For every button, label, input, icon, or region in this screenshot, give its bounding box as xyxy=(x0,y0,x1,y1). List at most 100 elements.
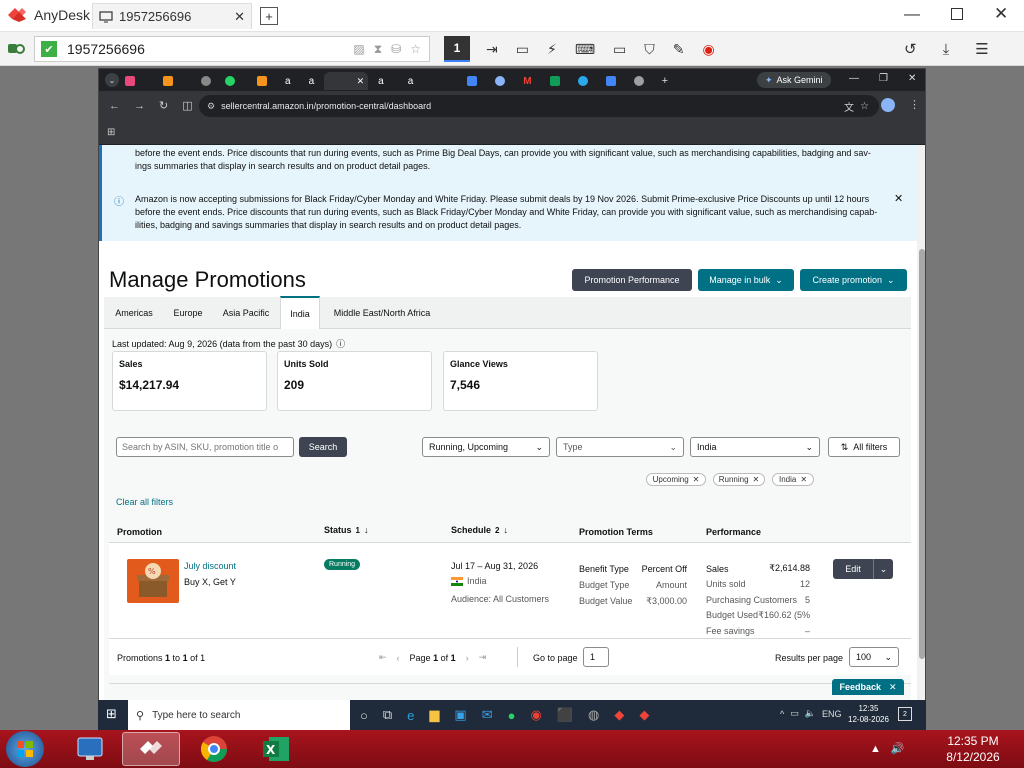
forward-icon[interactable]: → xyxy=(134,100,145,112)
tab-search-icon[interactable]: ⌄ xyxy=(105,73,119,87)
address-field[interactable]: ✔ 1957256696 ▨ ⧗ ⛁ ☆ xyxy=(34,36,430,62)
tab-asia-pacific[interactable]: Asia Pacific xyxy=(212,297,280,329)
url-bar[interactable]: ⚙ sellercentral.amazon.in/promotion-cent… xyxy=(199,95,879,117)
acrobat-icon[interactable]: ⬛ xyxy=(557,707,573,723)
database-icon[interactable]: ⛁ xyxy=(391,42,401,56)
tab-amazon[interactable]: a xyxy=(408,76,414,87)
favicon-icon[interactable] xyxy=(257,76,267,86)
filter-chip-india[interactable]: India ✕ xyxy=(772,473,814,486)
tray-chevron-icon[interactable]: ^ xyxy=(780,709,784,719)
anydesk-taskbar-icon[interactable]: ◆ xyxy=(639,707,649,723)
language-indicator[interactable]: ENG xyxy=(822,709,842,719)
promotion-performance-button[interactable]: Promotion Performance xyxy=(572,269,692,291)
chrome-close-icon[interactable]: ✕ xyxy=(908,73,916,84)
notification-icon[interactable]: 2 xyxy=(898,707,912,721)
favicon-icon[interactable] xyxy=(495,76,506,86)
history-icon[interactable]: ↺ xyxy=(904,40,917,58)
local-clock[interactable]: 12:35 PM 8/12/2026 xyxy=(928,733,1018,765)
tab-india[interactable]: India xyxy=(280,296,320,329)
anydesk-taskbar-icon[interactable]: ◆ xyxy=(614,707,624,723)
task-view-icon[interactable]: ⧉ xyxy=(383,707,392,723)
new-tab-plus-icon[interactable]: + xyxy=(662,75,668,87)
windows-start-icon[interactable]: ⊞ xyxy=(106,706,117,722)
record-icon[interactable]: ◉ xyxy=(703,41,715,58)
favicon-icon[interactable] xyxy=(605,76,616,86)
close-banner-icon[interactable]: ✕ xyxy=(894,192,903,205)
chat-icon[interactable]: ▭ xyxy=(516,41,529,58)
keyboard-icon[interactable]: ⌨ xyxy=(575,41,595,58)
promotion-title-link[interactable]: July discount xyxy=(184,561,236,571)
prev-page-icon[interactable]: ‹ xyxy=(397,653,400,663)
sidebar-icon[interactable]: ◫ xyxy=(182,99,192,112)
tab-europe[interactable]: Europe xyxy=(164,297,212,329)
translate-icon[interactable]: 文 xyxy=(844,99,854,114)
last-page-icon[interactable]: ⇥ xyxy=(479,652,487,663)
gmail-icon[interactable]: M xyxy=(523,76,531,87)
remote-desktop-app-icon[interactable] xyxy=(72,734,108,764)
close-window-icon[interactable]: ✕ xyxy=(994,4,1008,24)
col-schedule[interactable]: Schedule 2 ↓ xyxy=(451,525,508,535)
chrome-minimize-icon[interactable]: — xyxy=(849,73,859,84)
cortana-icon[interactable]: ○ xyxy=(360,708,368,723)
permissions-shield-icon[interactable]: ⛉ xyxy=(644,41,655,58)
edge-icon[interactable]: e xyxy=(407,708,414,723)
ask-gemini-button[interactable]: ✦ Ask Gemini xyxy=(757,72,831,88)
search-input[interactable] xyxy=(116,437,294,457)
tab-middle-east-north-africa[interactable]: Middle East/North Africa xyxy=(320,297,444,329)
favicon-icon[interactable] xyxy=(201,76,211,86)
hide-screen-icon[interactable]: ▨ xyxy=(353,42,364,56)
network-icon[interactable]: ▭ xyxy=(790,708,799,719)
display-icon[interactable]: ▭ xyxy=(613,41,626,58)
store-icon[interactable]: ▣ xyxy=(454,707,466,723)
whiteboard-pen-icon[interactable]: ✎ xyxy=(673,41,685,58)
edit-button[interactable]: Edit xyxy=(833,559,873,579)
search-button[interactable]: Search xyxy=(299,437,347,457)
all-filters-button[interactable]: ⇅ All filters xyxy=(828,437,900,457)
remove-chip-icon[interactable]: ✕ xyxy=(753,475,760,484)
favicon-icon[interactable] xyxy=(163,76,173,86)
chrome-restore-icon[interactable]: ❐ xyxy=(879,73,888,84)
minimize-icon[interactable]: — xyxy=(904,6,920,24)
status-select[interactable]: Running, Upcoming ⌄ xyxy=(422,437,550,457)
next-page-icon[interactable]: › xyxy=(466,653,469,663)
back-icon[interactable]: ← xyxy=(109,100,120,112)
excel-local-icon[interactable]: X xyxy=(248,732,304,766)
tab-amazon[interactable]: a xyxy=(378,76,384,87)
type-select[interactable]: Type ⌄ xyxy=(556,437,684,457)
anydesk-session-tab[interactable]: 1957256696 ✕ xyxy=(92,3,252,29)
create-promotion-button[interactable]: Create promotion ⌄ xyxy=(800,269,907,291)
menu-hamburger-icon[interactable]: ☰ xyxy=(975,40,988,58)
favicon-icon[interactable] xyxy=(549,76,560,86)
col-promotion[interactable]: Promotion xyxy=(117,527,162,537)
monitor-select-button[interactable]: 1 xyxy=(444,36,470,62)
hourglass-icon[interactable]: ⧗ xyxy=(374,42,382,57)
windows-orb-icon[interactable] xyxy=(6,731,44,767)
filter-chip-running[interactable]: Running ✕ xyxy=(713,473,765,486)
edit-more-dropdown[interactable]: ⌄ xyxy=(873,559,893,579)
favorite-star-icon[interactable]: ☆ xyxy=(410,42,421,56)
first-page-icon[interactable]: ⇤ xyxy=(379,652,387,663)
tray-up-arrow-icon[interactable]: ▲ xyxy=(870,743,881,755)
whatsapp-taskbar-icon[interactable]: ● xyxy=(508,708,516,723)
profile-avatar[interactable] xyxy=(881,98,895,112)
col-status[interactable]: Status 1 ↓ xyxy=(324,525,368,535)
feedback-button[interactable]: Feedback ✕ xyxy=(832,679,904,695)
chrome-local-icon[interactable] xyxy=(186,732,242,766)
new-tab-icon[interactable]: + xyxy=(260,7,278,25)
results-per-page-select[interactable]: 100 ⌄ xyxy=(849,647,899,667)
active-tab[interactable]: ✕ xyxy=(324,72,369,90)
info-icon[interactable]: ⓘ xyxy=(336,337,345,350)
remote-clock[interactable]: 12:35 12-08-2026 xyxy=(848,703,889,725)
scrollbar-thumb[interactable] xyxy=(919,249,925,659)
apps-grid-icon[interactable]: ⊞ xyxy=(107,127,115,138)
mail-icon[interactable]: ✉ xyxy=(482,707,493,723)
clear-all-filters-link[interactable]: Clear all filters xyxy=(116,497,173,507)
restore-icon[interactable] xyxy=(951,8,963,20)
telegram-icon[interactable] xyxy=(577,76,588,86)
go-to-page-input[interactable]: 1 xyxy=(583,647,609,667)
remove-chip-icon[interactable]: ✕ xyxy=(693,475,700,484)
whatsapp-icon[interactable] xyxy=(225,76,235,86)
tab-amazon[interactable]: a xyxy=(309,76,315,87)
bookmark-star-icon[interactable]: ☆ xyxy=(860,101,879,112)
remote-search-box[interactable]: ⚲ Type here to search xyxy=(128,700,350,730)
